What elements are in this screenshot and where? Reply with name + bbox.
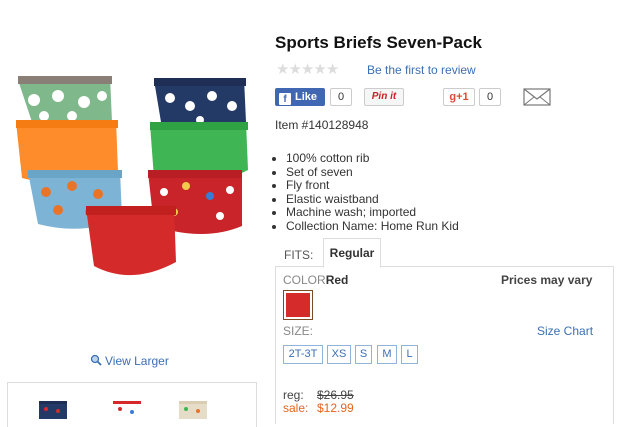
size-option-m[interactable]: M <box>377 345 397 364</box>
selected-color: Red <box>325 273 349 287</box>
star-icon: ★ <box>288 61 301 78</box>
list-item: Collection Name: Home Run Kid <box>286 219 459 234</box>
magnifier-icon <box>90 354 102 366</box>
swatch-fill <box>286 293 310 317</box>
fits-label: FITS: <box>284 248 314 262</box>
like-label: Like <box>295 91 318 103</box>
size-option-xs[interactable]: XS <box>327 345 351 364</box>
google-plus-button[interactable]: g+1 <box>443 88 475 106</box>
facebook-like-button[interactable]: f Like <box>275 88 325 106</box>
regular-price: $26.95 <box>317 388 354 402</box>
gplus-count: 0 <box>479 88 501 106</box>
list-item: Set of seven <box>286 165 459 180</box>
pinterest-button[interactable]: Pin it <box>364 88 404 106</box>
color-label-text: COLOR <box>283 273 326 287</box>
view-larger-label: View Larger <box>105 354 169 368</box>
sale-price: $12.99 <box>317 401 354 415</box>
product-title: Sports Briefs Seven-Pack <box>275 33 482 52</box>
sale-price-label: sale: <box>283 401 309 415</box>
facebook-icon: f <box>279 93 291 105</box>
list-item: Elastic waistband <box>286 192 459 207</box>
color-label: COLORRed <box>283 273 348 287</box>
star-icon: ★ <box>313 61 326 78</box>
envelope-icon[interactable] <box>523 88 551 106</box>
regular-price-label: reg: <box>283 388 304 402</box>
star-icon: ★ <box>325 61 339 78</box>
feature-list: 100% cotton rib Set of seven Fly front E… <box>272 151 459 234</box>
size-option-s[interactable]: S <box>355 345 372 364</box>
list-item: 100% cotton rib <box>286 151 459 166</box>
item-number: Item #140128948 <box>275 118 369 132</box>
size-option-l[interactable]: L <box>401 345 418 364</box>
color-swatch-red[interactable] <box>283 290 313 320</box>
star-icon: ★ <box>300 61 314 78</box>
product-image[interactable] <box>14 66 249 316</box>
size-chart-link[interactable]: Size Chart <box>537 324 593 338</box>
list-item: Machine wash; imported <box>286 206 459 220</box>
like-count: 0 <box>330 88 352 106</box>
view-larger-link[interactable]: View Larger <box>90 354 169 368</box>
size-label: SIZE: <box>283 324 314 338</box>
thumbnail-strip <box>7 382 257 427</box>
tab-regular[interactable]: Regular <box>323 238 381 268</box>
prices-vary-note: Prices may vary <box>501 273 593 287</box>
rating-stars[interactable]: ★★★★★ <box>276 60 339 78</box>
list-item: Fly front <box>286 179 459 193</box>
star-icon: ★ <box>276 61 289 78</box>
write-review-link[interactable]: Be the first to review <box>367 63 476 77</box>
size-option-2t-3t[interactable]: 2T-3T <box>283 345 323 364</box>
